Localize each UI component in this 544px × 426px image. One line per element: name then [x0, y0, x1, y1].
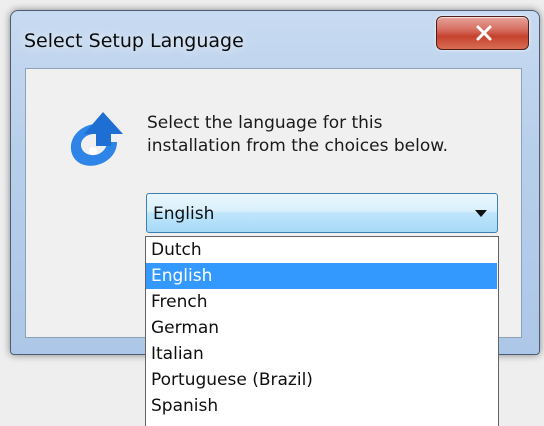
window-title: Select Setup Language	[24, 30, 244, 52]
instruction-text: Select the language for this installatio…	[147, 112, 507, 158]
language-dropdown-list[interactable]: Dutch English French German Italian Port…	[145, 236, 499, 426]
language-option-german[interactable]: German	[146, 315, 497, 341]
language-option-italian[interactable]: Italian	[146, 341, 497, 367]
language-option-portuguese-brazil[interactable]: Portuguese (Brazil)	[146, 367, 497, 393]
language-option-french[interactable]: French	[146, 289, 497, 315]
close-button[interactable]	[436, 16, 529, 50]
language-select-value: English	[153, 204, 215, 224]
close-icon	[476, 25, 492, 41]
screen: Select Setup Language Select the languag…	[0, 0, 544, 426]
setup-arrow-icon	[70, 112, 123, 166]
instruction-line-1: Select the language for this	[147, 113, 383, 133]
language-option-english[interactable]: English	[146, 263, 497, 289]
chevron-down-icon	[475, 210, 487, 217]
language-select[interactable]: English	[146, 193, 498, 233]
language-option-spanish[interactable]: Spanish	[146, 393, 497, 419]
instruction-line-2: installation from the choices below.	[147, 136, 448, 156]
language-option-dutch[interactable]: Dutch	[146, 237, 497, 263]
